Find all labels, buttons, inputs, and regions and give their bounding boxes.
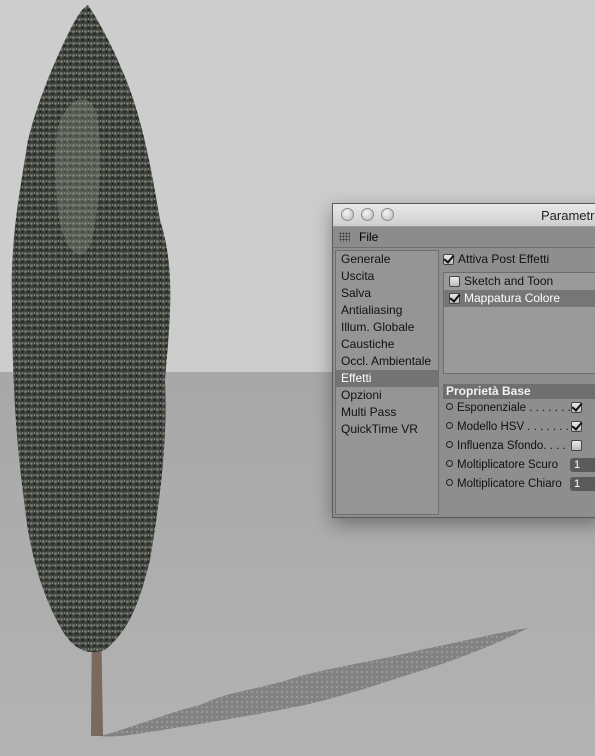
effect-item[interactable]: Sketch and Toon [444,273,595,290]
effects-panel: Attiva Post Effetti Sketch and Toon Mappa… [443,250,595,494]
nav-item-multi-pass[interactable]: Multi Pass [336,404,438,421]
menu-bar: File [333,227,595,248]
animate-dot-icon[interactable] [446,441,453,448]
nav-item-illum-globale[interactable]: Illum. Globale [336,319,438,336]
settings-nav-list: Generale Uscita Salva Antialiasing Illum. Gl… [335,250,439,515]
property-label: Moltiplicatore Scuro [457,459,558,471]
property-row: Influenza Sfondo. . . . [443,437,595,456]
property-checkbox[interactable] [571,402,582,413]
properties-list: Esponenziale . . . . . . . Modello HSV . … [443,399,595,494]
property-row: Modello HSV . . . . . . . [443,418,595,437]
effect-label: Mappatura Colore [464,291,561,305]
close-button[interactable] [341,208,354,221]
animate-dot-icon[interactable] [446,403,453,410]
animate-dot-icon[interactable] [446,479,453,486]
post-effects-list: Sketch and Toon Mappatura Colore [443,272,595,374]
render-settings-window: Parametri File Generale Uscita Salva Antial… [332,203,595,518]
property-row: Esponenziale . . . . . . . [443,399,595,418]
nav-item-effetti[interactable]: Effetti [336,370,438,387]
effect-item[interactable]: Mappatura Colore [444,290,595,307]
effect-checkbox[interactable] [449,276,460,287]
property-label: Influenza Sfondo. . . . [457,440,566,452]
nav-item-opzioni[interactable]: Opzioni [336,387,438,404]
effect-label: Sketch and Toon [464,274,554,288]
window-title: Parametri [541,208,595,223]
properties-header: Proprietà Base [443,384,595,399]
property-checkbox[interactable] [571,421,582,432]
nav-item-uscita[interactable]: Uscita [336,268,438,285]
property-number-field[interactable]: 1 [570,458,595,472]
nav-item-caustiche[interactable]: Caustiche [336,336,438,353]
post-effects-toggle[interactable]: Attiva Post Effetti [443,250,595,269]
minimize-button[interactable] [361,208,374,221]
grip-icon[interactable] [339,232,350,242]
effect-checkbox[interactable] [449,293,460,304]
zoom-button[interactable] [381,208,394,221]
property-number-field[interactable]: 1 [570,477,595,491]
post-effects-label: Attiva Post Effetti [458,252,550,266]
property-label: Modello HSV . . . . . . . [457,421,569,433]
animate-dot-icon[interactable] [446,460,453,467]
nav-item-salva[interactable]: Salva [336,285,438,302]
property-label: Esponenziale . . . . . . . [457,402,571,414]
property-checkbox[interactable] [571,440,582,451]
property-row: Moltiplicatore Chiaro 1 [443,475,595,494]
post-effects-checkbox[interactable] [443,254,454,265]
nav-item-occl-ambientale[interactable]: Occl. Ambientale [336,353,438,370]
nav-item-antialiasing[interactable]: Antialiasing [336,302,438,319]
nav-item-generale[interactable]: Generale [336,251,438,268]
property-row: Moltiplicatore Scuro 1 [443,456,595,475]
menu-file[interactable]: File [359,230,378,244]
property-label: Moltiplicatore Chiaro [457,478,562,490]
animate-dot-icon[interactable] [446,422,453,429]
title-bar[interactable]: Parametri [333,204,595,227]
nav-item-quicktime-vr[interactable]: QuickTime VR [336,421,438,438]
